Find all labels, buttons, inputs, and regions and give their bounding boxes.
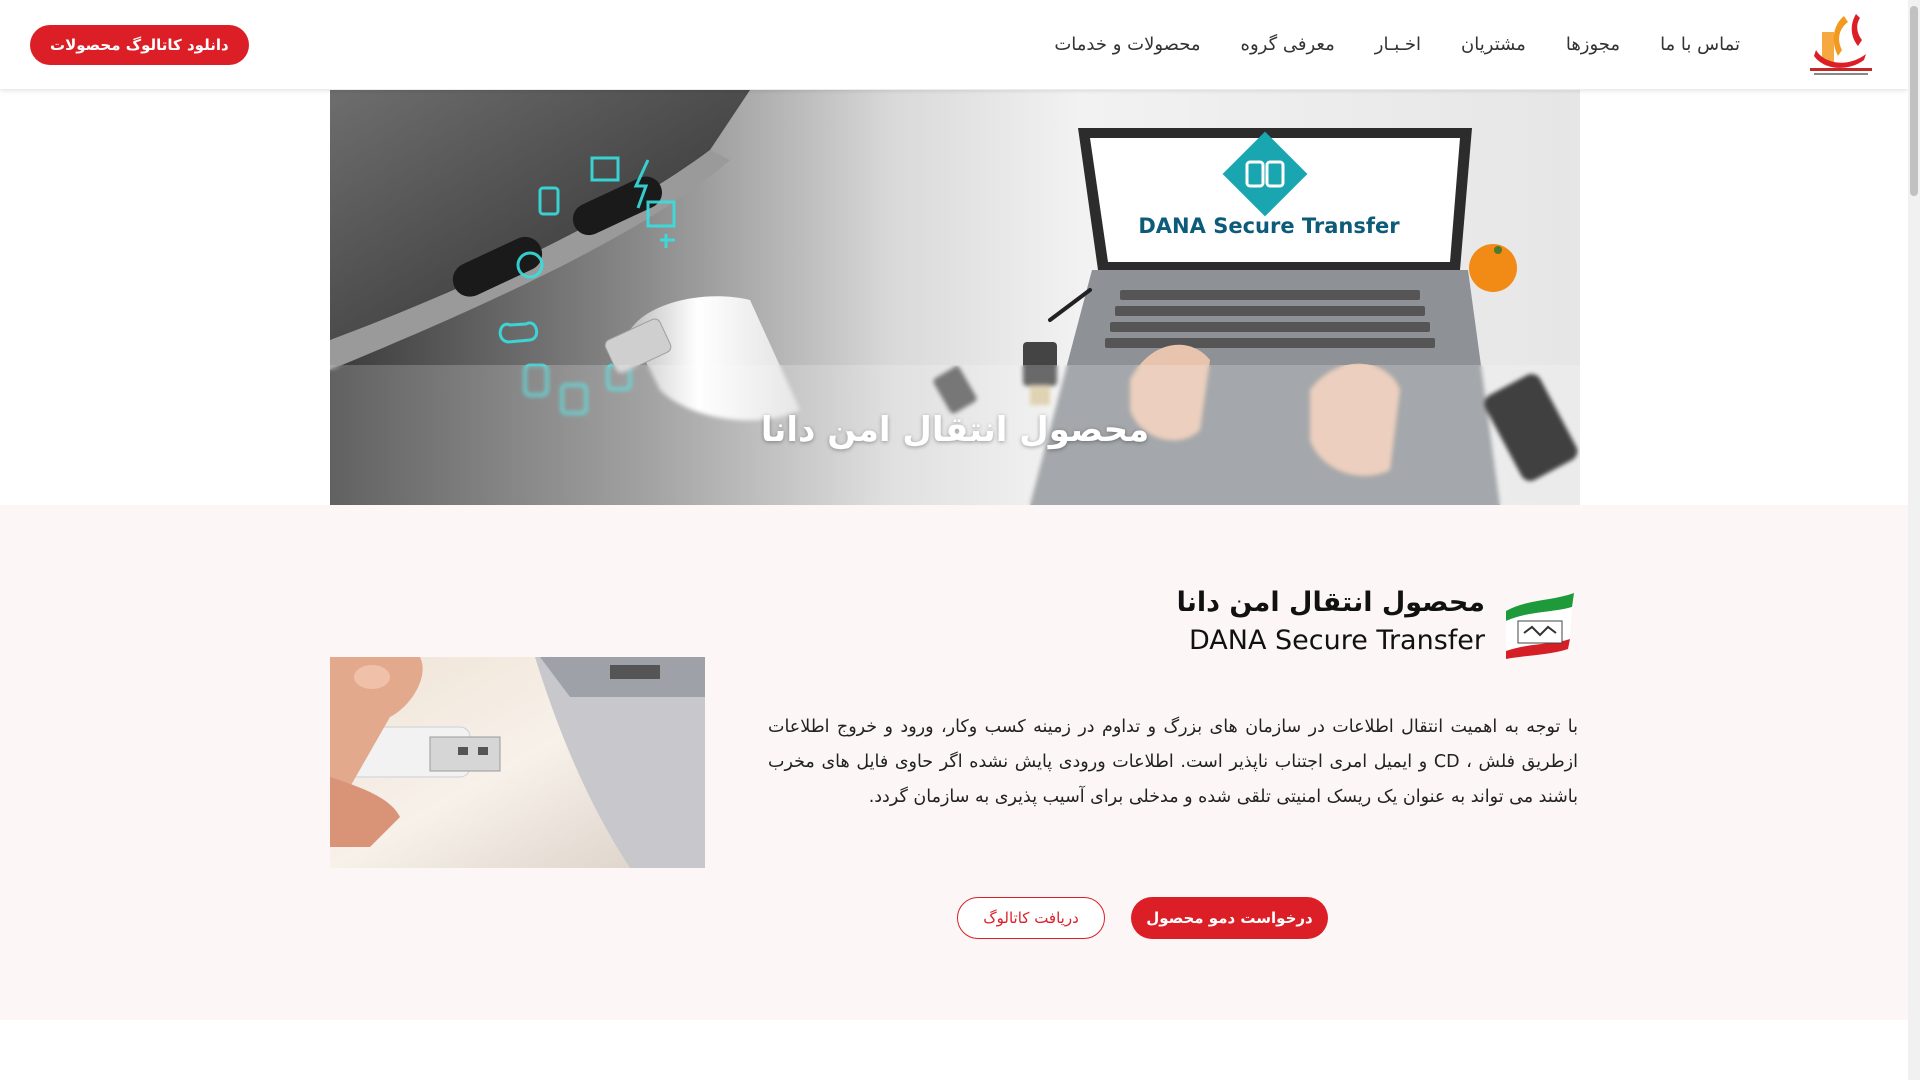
nav-products-services[interactable]: محصولات و خدمات: [1054, 34, 1200, 55]
hero-banner: DANA Secure Transfer محصول انتقال امن دا…: [330, 90, 1580, 505]
nav-contact-us[interactable]: تماس با ما: [1660, 34, 1740, 55]
scrollbar-thumb[interactable]: [1910, 6, 1918, 196]
company-logo[interactable]: [1804, 10, 1878, 80]
nav-about-group[interactable]: معرفی گروه: [1241, 34, 1335, 55]
main-nav: محصولات و خدمات معرفی گروه اخـبـار مشتری…: [1054, 0, 1740, 89]
product-title-fa: محصول انتقال امن دانا: [1176, 587, 1485, 618]
nav-licenses[interactable]: مجوزها: [1566, 34, 1620, 55]
usb-flash-drive-photo: [330, 657, 705, 868]
hero-title: محصول انتقال امن دانا: [760, 410, 1150, 450]
product-section: محصول انتقال امن دانا DANA Secure Transf…: [0, 505, 1908, 1020]
get-catalog-button[interactable]: دریافت کاتالوگ: [957, 897, 1105, 939]
site-header: محصولات و خدمات معرفی گروه اخـبـار مشتری…: [0, 0, 1908, 89]
product-title-block: محصول انتقال امن دانا DANA Secure Transf…: [1177, 585, 1485, 661]
made-in-iran-badge: [1502, 593, 1578, 659]
download-catalog-button[interactable]: دانلود کاتالوگ محصولات: [30, 25, 249, 65]
nav-news[interactable]: اخـبـار: [1375, 34, 1421, 55]
page-scrollbar[interactable]: [1908, 0, 1920, 1080]
nav-customers[interactable]: مشتریان: [1461, 34, 1526, 55]
product-description: با توجه به اهمیت انتقال اطلاعات در سازما…: [768, 717, 1578, 807]
screen-product-name: DANA Secure Transfer: [1138, 214, 1400, 238]
product-title-en: DANA Secure Transfer: [1188, 625, 1485, 656]
request-demo-button[interactable]: درخواست دمو محصول: [1131, 897, 1328, 939]
